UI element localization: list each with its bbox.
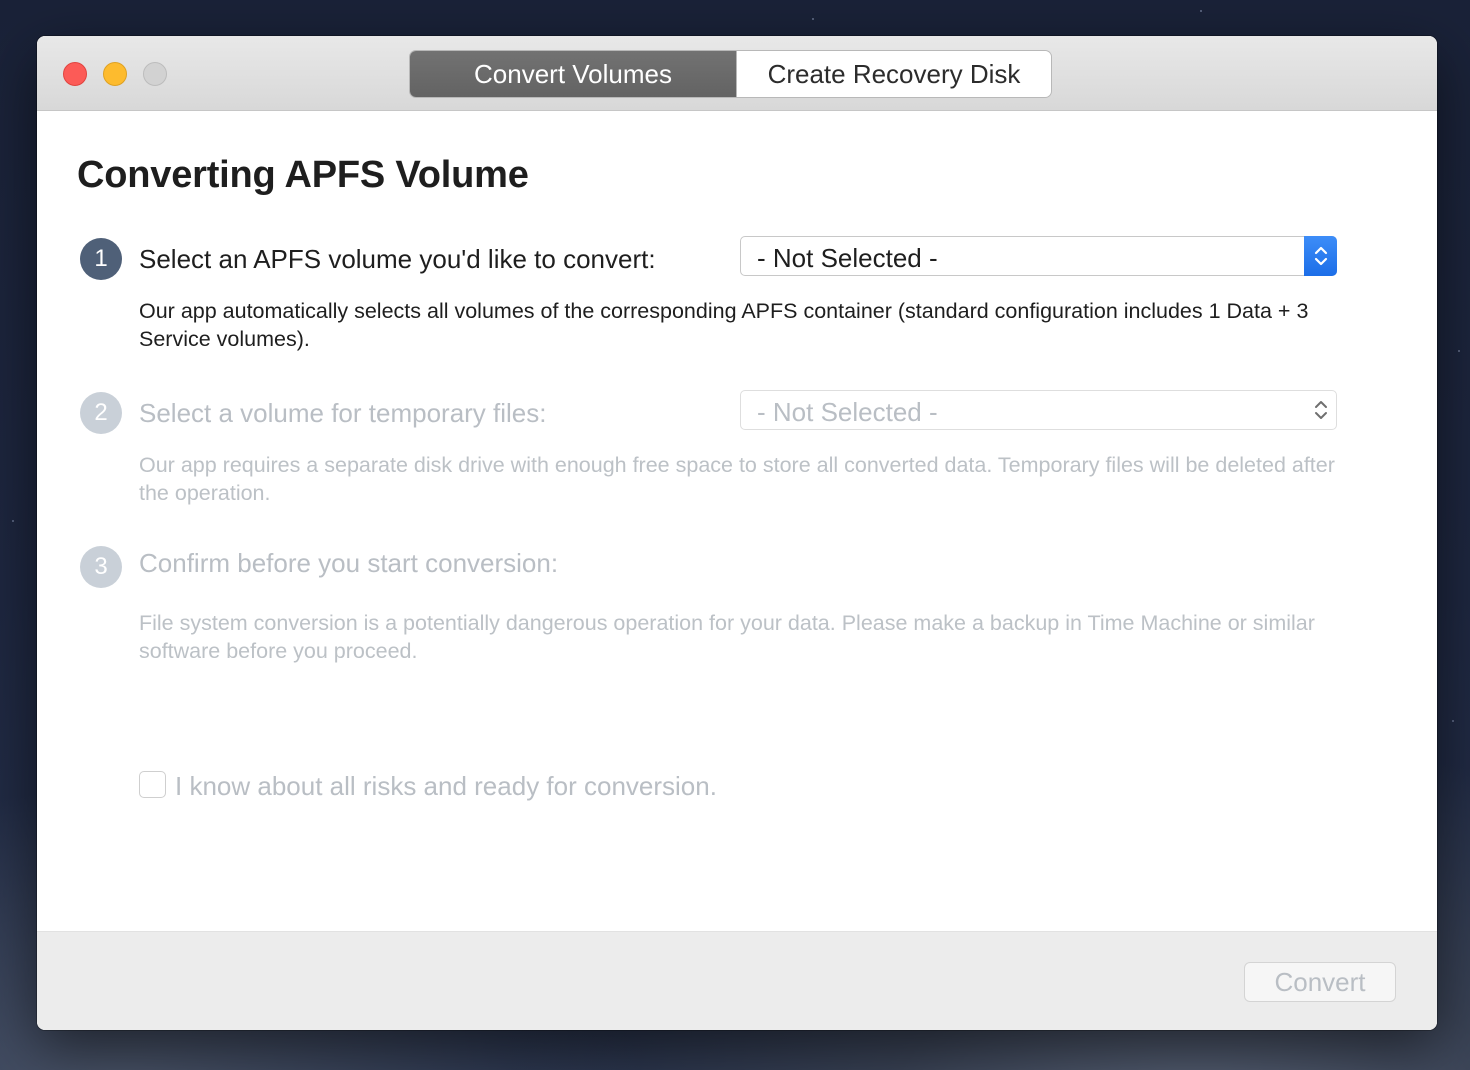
desktop-star xyxy=(1200,10,1202,12)
apfs-volume-select[interactable]: - Not Selected - xyxy=(740,236,1337,276)
risk-acknowledge-label[interactable]: I know about all risks and ready for con… xyxy=(175,771,717,802)
step-1-badge: 1 xyxy=(80,238,122,280)
desktop-star xyxy=(1452,720,1454,722)
page-title: Converting APFS Volume xyxy=(77,154,529,196)
title-bar[interactable]: Convert Volumes Create Recovery Disk xyxy=(37,36,1437,111)
desktop-star xyxy=(12,520,14,522)
tab-convert-volumes[interactable]: Convert Volumes xyxy=(410,51,736,97)
up-down-chevron-icon xyxy=(1304,236,1337,276)
risk-acknowledge-checkbox[interactable] xyxy=(139,771,166,798)
apfs-volume-select-value: - Not Selected - xyxy=(757,243,938,273)
close-window-button[interactable] xyxy=(63,62,87,86)
app-window: Convert Volumes Create Recovery Disk Con… xyxy=(37,36,1437,1030)
tab-create-recovery-disk[interactable]: Create Recovery Disk xyxy=(736,51,1051,97)
temporary-volume-select[interactable]: - Not Selected - xyxy=(740,390,1337,430)
mode-segmented-control: Convert Volumes Create Recovery Disk xyxy=(410,51,1051,97)
step-3-label: Confirm before you start conversion: xyxy=(139,548,559,578)
step-1-description: Our app automatically selects all volume… xyxy=(139,299,1309,351)
temporary-volume-select-value: - Not Selected - xyxy=(757,397,938,427)
up-down-chevron-icon xyxy=(1304,390,1337,430)
footer-bar: Convert xyxy=(37,931,1437,1030)
desktop-star xyxy=(1458,350,1460,352)
step-1-label: Select an APFS volume you'd like to conv… xyxy=(139,244,656,274)
step-2-badge: 2 xyxy=(80,392,122,434)
step-2-description: Our app requires a separate disk drive w… xyxy=(139,453,1335,505)
desktop-star xyxy=(812,18,814,20)
step-2-label: Select a volume for temporary files: xyxy=(139,398,547,428)
step-3-badge: 3 xyxy=(80,546,122,588)
step-3-description: File system conversion is a potentially … xyxy=(139,611,1315,663)
zoom-window-button[interactable] xyxy=(143,62,167,86)
minimize-window-button[interactable] xyxy=(103,62,127,86)
convert-button[interactable]: Convert xyxy=(1244,962,1396,1002)
main-content: Converting APFS Volume 1 Select an APFS … xyxy=(37,111,1437,931)
